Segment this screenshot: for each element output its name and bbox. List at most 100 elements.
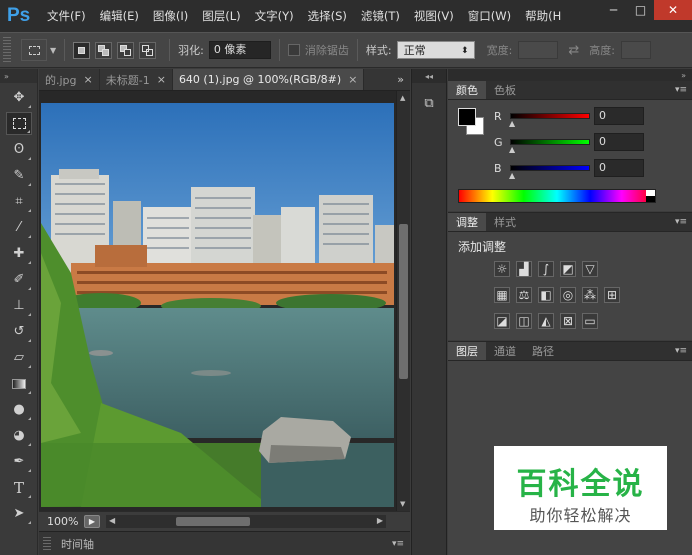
marquee-tool-icon[interactable] xyxy=(6,112,32,135)
quick-select-tool-icon[interactable]: ✎ xyxy=(6,164,32,187)
selective-color-icon[interactable]: ⊠ xyxy=(560,313,576,329)
panel-menu-icon[interactable]: ▾≡ xyxy=(675,213,692,231)
hue-saturation-icon[interactable]: ▦ xyxy=(494,287,510,303)
swap-dimensions-icon[interactable]: ⇄ xyxy=(568,43,579,58)
antialias-checkbox[interactable] xyxy=(287,44,300,56)
tab-color[interactable]: 颜色 xyxy=(448,81,486,99)
tab-paths[interactable]: 路径 xyxy=(524,342,562,360)
stamp-tool-icon[interactable]: ⊥ xyxy=(6,294,32,317)
black-white-swatch[interactable] xyxy=(646,190,655,202)
menu-filter[interactable]: 滤镜(T) xyxy=(361,8,400,24)
subtract-selection-button[interactable] xyxy=(117,41,135,59)
eyedropper-tool-icon[interactable]: ⁄ xyxy=(6,216,32,239)
tab-styles[interactable]: 样式 xyxy=(486,213,524,231)
more-tabs-button[interactable]: » xyxy=(391,69,410,90)
tab-layers[interactable]: 图层 xyxy=(448,342,486,360)
curves-icon[interactable]: ∫ xyxy=(538,261,554,277)
tab-document-2[interactable]: 未标题-1 × xyxy=(100,69,173,90)
green-value-input[interactable]: 0 xyxy=(594,133,644,151)
foreground-color-swatch[interactable] xyxy=(458,108,476,126)
panel-menu-icon[interactable]: ▾≡ xyxy=(675,81,692,99)
options-bar-grip[interactable] xyxy=(3,37,11,63)
color-balance-icon[interactable]: ⚖ xyxy=(516,287,532,303)
healing-brush-icon[interactable]: ✚ xyxy=(6,242,32,265)
style-select[interactable]: 正常 ⬍ xyxy=(396,41,475,59)
move-tool-icon[interactable]: ✥ xyxy=(6,86,32,109)
close-tab-icon[interactable]: × xyxy=(157,73,166,86)
panel-menu-icon[interactable]: ▾≡ xyxy=(392,539,404,549)
chevron-down-icon[interactable]: ▼ xyxy=(50,46,56,55)
maximize-button[interactable]: □ xyxy=(627,0,654,20)
scroll-right-icon[interactable]: ▶ xyxy=(377,516,383,525)
photo-filter-icon[interactable]: ◎ xyxy=(560,287,576,303)
eraser-tool-icon[interactable]: ▱ xyxy=(6,346,32,369)
slider-knob-icon[interactable]: ▲ xyxy=(509,145,515,154)
intersect-selection-button[interactable] xyxy=(139,41,157,59)
timeline-label[interactable]: 时间轴 xyxy=(61,536,94,552)
dock-collapse-icon[interactable]: ◂◂ xyxy=(412,69,446,83)
color-lookup-icon[interactable]: ⊞ xyxy=(604,287,620,303)
menu-file[interactable]: 文件(F) xyxy=(47,8,86,24)
tab-swatches[interactable]: 色板 xyxy=(486,81,524,99)
gradient-map-icon[interactable]: ▭ xyxy=(582,313,598,329)
blur-tool-icon[interactable]: ● xyxy=(6,398,32,421)
toolbox-collapse-icon[interactable]: » xyxy=(0,69,37,83)
timeline-grip[interactable] xyxy=(43,536,51,551)
tab-document-3[interactable]: 640 (1).jpg @ 100%(RGB/8#) × xyxy=(172,69,365,90)
slider-knob-icon[interactable]: ▲ xyxy=(509,119,515,128)
tab-channels[interactable]: 通道 xyxy=(486,342,524,360)
menu-view[interactable]: 视图(V) xyxy=(414,8,454,24)
path-select-icon[interactable]: ➤ xyxy=(6,502,32,525)
lasso-tool-icon[interactable]: ʘ xyxy=(6,138,32,161)
tab-adjustments[interactable]: 调整 xyxy=(448,213,486,231)
width-input[interactable] xyxy=(518,41,559,59)
blue-slider[interactable] xyxy=(510,165,590,171)
red-slider[interactable] xyxy=(510,113,590,119)
red-value-input[interactable]: 0 xyxy=(594,107,644,125)
close-tab-icon[interactable]: × xyxy=(84,73,93,86)
scroll-left-icon[interactable]: ◀ xyxy=(109,516,115,525)
vibrance-icon[interactable]: ▽ xyxy=(582,261,598,277)
vertical-scroll-thumb[interactable] xyxy=(399,224,408,379)
menu-layer[interactable]: 图层(L) xyxy=(202,8,240,24)
minimize-button[interactable]: ─ xyxy=(600,0,627,20)
menu-edit[interactable]: 编辑(E) xyxy=(100,8,139,24)
menu-help[interactable]: 帮助(H xyxy=(525,8,561,24)
blue-value-input[interactable]: 0 xyxy=(594,159,644,177)
brightness-contrast-icon[interactable]: ☼ xyxy=(494,261,510,277)
feather-input[interactable]: 0 像素 xyxy=(208,41,271,59)
add-selection-button[interactable] xyxy=(95,41,113,59)
black-white-icon[interactable]: ◧ xyxy=(538,287,554,303)
green-slider[interactable] xyxy=(510,139,590,145)
posterize-icon[interactable]: ◫ xyxy=(516,313,532,329)
menu-image[interactable]: 图像(I) xyxy=(153,8,188,24)
zoom-level[interactable]: 100% xyxy=(39,515,84,528)
exposure-icon[interactable]: ◩ xyxy=(560,261,576,277)
channel-mixer-icon[interactable]: ⁂ xyxy=(582,287,598,303)
slider-knob-icon[interactable]: ▲ xyxy=(509,171,515,180)
history-panel-icon[interactable]: ⧉ xyxy=(417,93,441,113)
horizontal-scroll-thumb[interactable] xyxy=(176,516,250,526)
close-button[interactable]: ✕ xyxy=(654,0,692,20)
scroll-down-icon[interactable]: ▼ xyxy=(400,500,405,508)
panel-menu-icon[interactable]: ▾≡ xyxy=(675,342,692,360)
history-brush-icon[interactable]: ↺ xyxy=(6,320,32,343)
gradient-tool-icon[interactable] xyxy=(6,372,32,395)
horizontal-scrollbar[interactable]: ◀ ▶ xyxy=(106,514,386,528)
brush-tool-icon[interactable]: ✐ xyxy=(6,268,32,291)
levels-icon[interactable]: ▟ xyxy=(516,261,532,277)
close-tab-icon[interactable]: × xyxy=(348,73,357,86)
canvas-area[interactable] xyxy=(39,91,396,511)
menu-select[interactable]: 选择(S) xyxy=(308,8,347,24)
tool-preset-picker[interactable] xyxy=(21,39,47,61)
color-spectrum-bar[interactable] xyxy=(458,189,656,203)
tab-document-1[interactable]: 的.jpg × xyxy=(39,69,100,90)
menu-type[interactable]: 文字(Y) xyxy=(255,8,294,24)
scroll-up-icon[interactable]: ▲ xyxy=(400,94,405,102)
new-selection-button[interactable] xyxy=(73,41,91,59)
document-image[interactable] xyxy=(41,103,394,507)
crop-tool-icon[interactable]: ⌗ xyxy=(6,190,32,213)
height-input[interactable] xyxy=(620,41,651,59)
type-tool-icon[interactable]: T xyxy=(6,476,32,499)
status-info-icon[interactable]: ▶ xyxy=(84,514,100,528)
